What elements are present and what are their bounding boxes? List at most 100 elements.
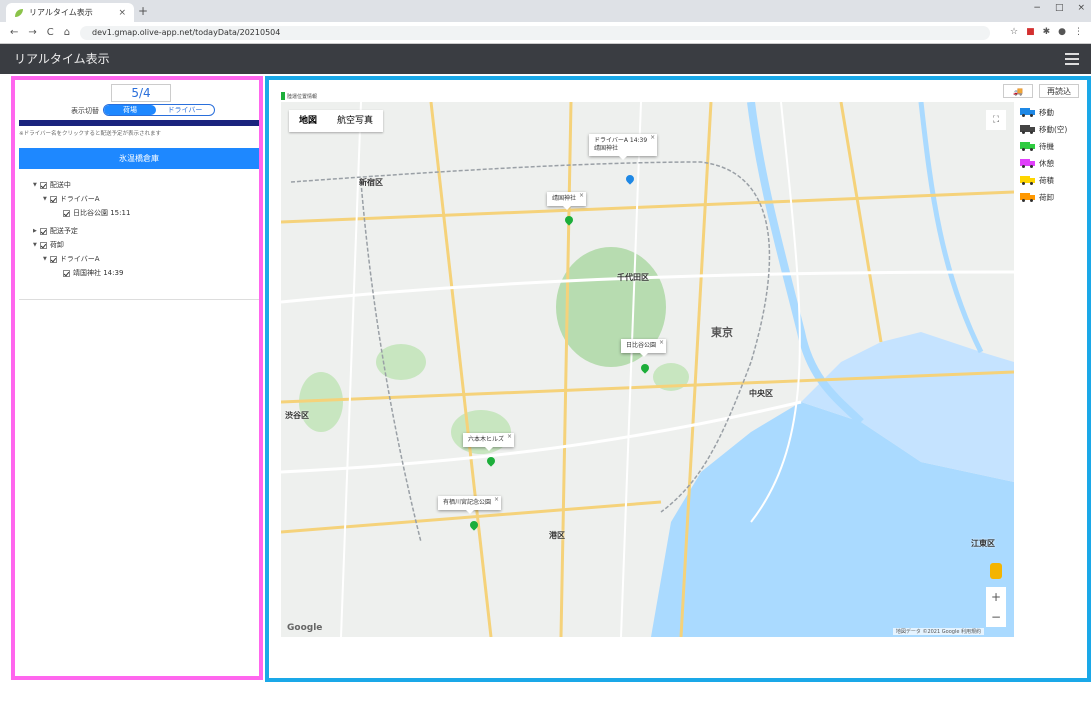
legend-label: 待機 (1039, 142, 1054, 151)
fullscreen-icon[interactable]: ⛶ (986, 110, 1006, 130)
map-label-minato: 港区 (549, 531, 565, 540)
checkbox[interactable] (39, 181, 47, 189)
window-minimize-button[interactable]: − (1033, 3, 1041, 13)
map-popup-hibiya[interactable]: 日比谷公園 × (621, 339, 667, 357)
progress-bar (19, 120, 259, 126)
popup-close-icon[interactable]: × (659, 339, 664, 347)
map-popup-yasukuni[interactable]: 靖国神社 × (547, 192, 587, 210)
truck-icon (1020, 193, 1036, 202)
tree-node-scheduled[interactable]: ▶ 配送予定 (33, 226, 78, 236)
back-icon[interactable]: ← (10, 27, 18, 38)
app-title: リアルタイム表示 (14, 52, 110, 66)
profile-icon[interactable]: ● (1058, 27, 1066, 37)
map-label-shibuya: 渋谷区 (285, 411, 309, 420)
map-label-chuo: 中央区 (749, 389, 773, 398)
map-popup-driver[interactable]: ドライバーA 14:39 靖国神社 × (589, 134, 658, 160)
more-icon[interactable]: ⋮ (1074, 27, 1083, 37)
checkbox[interactable] (49, 255, 57, 263)
tab-map[interactable]: 地図 (289, 110, 327, 132)
legend-item: 休憩 (1020, 155, 1067, 172)
legend-label: 荷積 (1039, 176, 1054, 185)
map[interactable]: 地図 航空写真 ⛶ 新宿区 千代田区 東京 中央区 渋谷区 港区 江東区 ドライ… (281, 102, 1014, 637)
popup-close-icon[interactable]: × (507, 433, 512, 441)
url-input[interactable]: dev1.gmap.olive-app.net/todayData/202105… (80, 26, 990, 40)
leaf-favicon-icon (14, 8, 24, 18)
new-tab-button[interactable]: + (138, 4, 148, 18)
tree-node-stop[interactable]: 靖国神社 14:39 (63, 268, 123, 278)
street-view-pegman-icon[interactable] (990, 563, 1002, 579)
tree-node-stop[interactable]: 日比谷公園 15:11 (63, 208, 130, 218)
browser-tab-bar: リアルタイム表示 × + − □ × (0, 0, 1091, 22)
truck-icon (1020, 142, 1036, 151)
mode-label: 表示切替 (71, 107, 99, 115)
checkbox[interactable] (39, 241, 47, 249)
app-header: リアルタイム表示 (0, 44, 1091, 74)
window-maximize-button[interactable]: □ (1055, 3, 1064, 13)
map-popup-arisugawa[interactable]: 有栖川宮記念公園 × (438, 496, 502, 514)
window-close-button[interactable]: × (1077, 3, 1085, 13)
map-legend-caption: 陸運位置情報 (281, 92, 317, 100)
legend-label: 休憩 (1039, 159, 1054, 168)
hint-text: ※ドライバー名をクリックすると配送予定が表示されます (19, 131, 162, 137)
legend-label: 移動(空) (1039, 125, 1068, 134)
truck-icon (1020, 159, 1036, 168)
popup-close-icon[interactable]: × (650, 134, 655, 142)
mode-toggle[interactable]: 荷場 ドライバー (103, 104, 215, 116)
right-panel: 陸運位置情報 🚚 再読込 地図 航空写真 ⛶ 新宿区 千代田区 東京 中央区 渋… (265, 76, 1091, 682)
map-type-tabs: 地図 航空写真 (289, 110, 384, 132)
collapse-icon[interactable]: ▼ (43, 256, 47, 262)
tree-node-in-delivery[interactable]: ▼ 配送中 (33, 180, 71, 190)
map-popup-roppongi[interactable]: 六本木ヒルズ × (463, 433, 515, 451)
forward-icon[interactable]: → (28, 27, 36, 38)
tree-node-driver[interactable]: ▼ ドライバーA (43, 194, 100, 204)
address-bar: ← → C ⌂ dev1.gmap.olive-app.net/todayDat… (0, 22, 1091, 44)
truck-button[interactable]: 🚚 (1003, 84, 1033, 98)
tree-node-driver[interactable]: ▼ ドライバーA (43, 254, 100, 264)
reload-button[interactable]: 再読込 (1039, 84, 1079, 98)
date-display[interactable]: 5/4 (111, 84, 171, 102)
truck-icon (1020, 108, 1036, 117)
zoom-in-button[interactable]: + (986, 587, 1006, 607)
tab-satellite[interactable]: 航空写真 (327, 110, 383, 132)
hamburger-menu-icon[interactable] (1065, 53, 1079, 65)
star-icon[interactable]: ☆ (1010, 27, 1018, 37)
divider (19, 299, 259, 300)
depot-button[interactable]: 氷温橋倉庫 (19, 148, 259, 169)
legend-item: 移動(空) (1020, 121, 1067, 138)
map-label-tokyo: 東京 (711, 326, 733, 339)
legend-label: 荷卸 (1039, 193, 1054, 202)
zoom-out-button[interactable]: − (986, 607, 1006, 627)
expand-icon[interactable]: ▶ (33, 228, 37, 234)
home-icon[interactable]: ⌂ (64, 27, 70, 38)
collapse-icon[interactable]: ▼ (33, 242, 37, 248)
extension-icon[interactable]: ■ (1026, 27, 1035, 37)
puzzle-icon[interactable]: ✱ (1043, 27, 1051, 37)
legend-item: 荷積 (1020, 172, 1067, 189)
tab-close-icon[interactable]: × (118, 8, 126, 18)
checkbox[interactable] (63, 209, 70, 217)
mode-toggle-cargo[interactable]: 荷場 (104, 105, 156, 115)
browser-tab[interactable]: リアルタイム表示 × (6, 3, 134, 22)
mode-toggle-driver[interactable]: ドライバー (156, 105, 214, 115)
window-controls: − □ × (1033, 3, 1085, 13)
checkbox[interactable] (63, 269, 70, 277)
map-label-chiyoda: 千代田区 (617, 273, 649, 282)
reload-icon[interactable]: C (47, 27, 54, 38)
collapse-icon[interactable]: ▼ (43, 196, 47, 202)
tree-node-unload[interactable]: ▼ 荷卸 (33, 240, 64, 250)
green-marker-icon (281, 92, 285, 100)
legend-label: 移動 (1039, 108, 1054, 117)
truck-icon (1020, 125, 1036, 134)
status-legend: 移動移動(空) 待機休憩荷積荷卸 (1020, 104, 1067, 206)
checkbox[interactable] (39, 227, 47, 235)
legend-item: 待機 (1020, 138, 1067, 155)
popup-close-icon[interactable]: × (494, 496, 499, 504)
tab-title: リアルタイム表示 (29, 8, 93, 17)
map-attribution[interactable]: 地図データ ©2021 Google 利用規約 (892, 628, 984, 635)
truck-icon (1020, 176, 1036, 185)
checkbox[interactable] (49, 195, 57, 203)
legend-item: 移動 (1020, 104, 1067, 121)
popup-close-icon[interactable]: × (579, 192, 584, 200)
collapse-icon[interactable]: ▼ (33, 182, 37, 188)
legend-item: 荷卸 (1020, 189, 1067, 206)
